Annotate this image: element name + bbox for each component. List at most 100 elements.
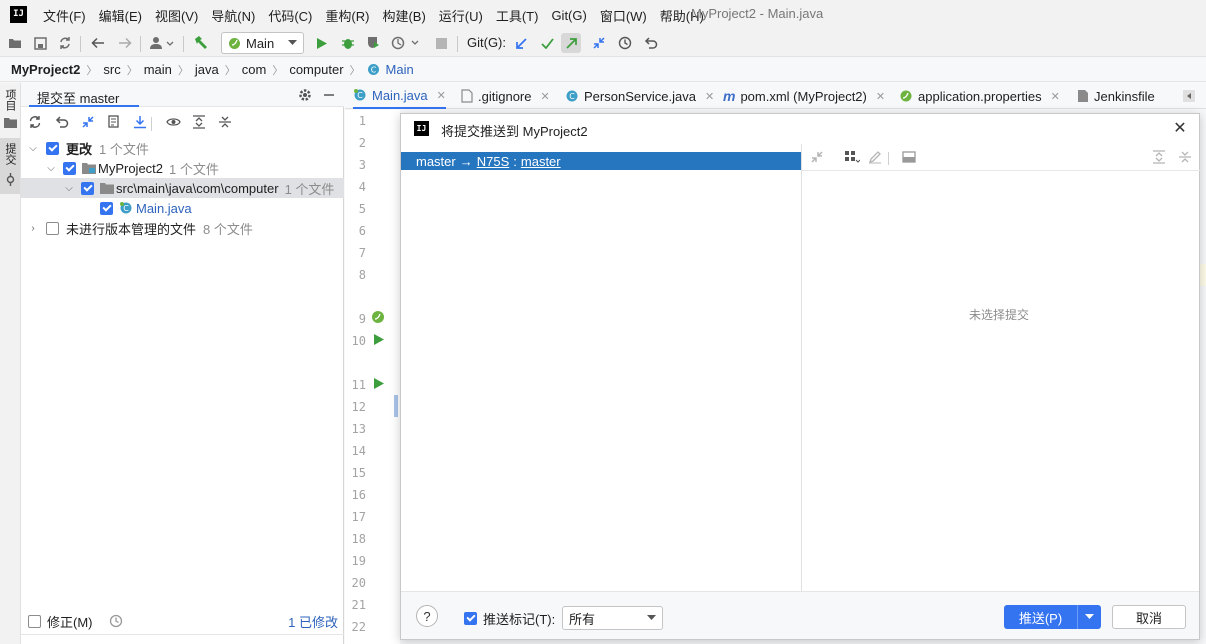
gear-icon[interactable] xyxy=(298,88,312,102)
menu-view[interactable]: 视图(V) xyxy=(155,6,198,25)
refresh-icon[interactable] xyxy=(28,115,42,129)
run-gutter-icon[interactable] xyxy=(374,334,384,345)
tree-row-changes[interactable]: ⌵ 更改 1 个文件 xyxy=(21,138,344,158)
tabs-overflow-icon[interactable] xyxy=(1183,90,1195,102)
profiler-icon[interactable] xyxy=(390,33,422,53)
tree-row-path[interactable]: ⌵ src\main\java\com\computer 1 个文件 xyxy=(21,178,344,198)
collapse-all-icon[interactable] xyxy=(1178,150,1192,164)
remote-link[interactable]: N75S xyxy=(477,154,510,169)
build-hammer-icon[interactable] xyxy=(191,33,211,53)
close-icon[interactable]: ✕ xyxy=(540,90,549,103)
menu-git[interactable]: Git(G) xyxy=(551,8,586,23)
menu-window[interactable]: 窗口(W) xyxy=(600,6,647,25)
amend-label[interactable]: 修正(M) xyxy=(47,612,93,631)
modified-count-link[interactable]: 1 已修改 xyxy=(288,612,338,631)
show-diff-icon[interactable] xyxy=(81,115,95,129)
show-diff-icon[interactable] xyxy=(810,150,824,164)
menu-refactor[interactable]: 重构(R) xyxy=(325,6,369,25)
cancel-button[interactable]: 取消 xyxy=(1112,605,1186,629)
push-button[interactable]: 推送(P) xyxy=(1004,605,1077,629)
rollback-icon[interactable] xyxy=(641,33,661,53)
breadcrumb-project[interactable]: MyProject2 xyxy=(11,62,80,77)
menu-build[interactable]: 构建(B) xyxy=(382,6,425,25)
menu-file[interactable]: 文件(F) xyxy=(43,6,86,25)
close-icon[interactable]: ✕ xyxy=(876,90,885,103)
expand-all-icon[interactable] xyxy=(192,115,206,129)
breadcrumb-main[interactable]: main xyxy=(144,62,172,77)
vcs-user-icon[interactable] xyxy=(148,33,176,53)
menu-navigate[interactable]: 导航(N) xyxy=(211,6,255,25)
tree-row-unversioned[interactable]: › 未进行版本管理的文件 8 个文件 xyxy=(21,218,344,238)
save-icon[interactable] xyxy=(30,33,50,53)
stop-icon[interactable] xyxy=(431,33,451,53)
push-target-row[interactable]: master → N75S : master xyxy=(401,152,801,170)
commit-tool-tab[interactable]: 提交 xyxy=(3,143,18,165)
changelist-icon[interactable] xyxy=(107,115,121,129)
expand-all-icon[interactable] xyxy=(1152,150,1166,164)
commit-message-area[interactable] xyxy=(21,634,344,644)
breadcrumb-computer[interactable]: computer xyxy=(289,62,343,77)
close-icon[interactable]: ✕ xyxy=(1051,90,1060,103)
menu-edit[interactable]: 编辑(E) xyxy=(99,6,142,25)
group-by-icon[interactable] xyxy=(844,150,860,164)
tab-jenkinsfile[interactable]: Jenkinsfile xyxy=(1077,83,1155,109)
run-configuration-select[interactable]: Main xyxy=(221,32,304,54)
breadcrumb-java[interactable]: java xyxy=(195,62,219,77)
git-compare-icon[interactable] xyxy=(589,33,609,53)
tab-application-properties[interactable]: application.properties ✕ xyxy=(899,83,1060,109)
target-branch-link[interactable]: master xyxy=(521,154,561,169)
tab-pom-xml[interactable]: m pom.xml (MyProject2) ✕ xyxy=(723,83,885,109)
breadcrumb-src[interactable]: src xyxy=(103,62,120,77)
sync-icon[interactable] xyxy=(55,33,75,53)
project-checkbox[interactable] xyxy=(63,161,76,175)
dialog-splitter[interactable] xyxy=(801,144,802,591)
menu-run[interactable]: 运行(U) xyxy=(439,6,483,25)
minimize-icon[interactable] xyxy=(323,88,335,102)
breadcrumb-main-class[interactable]: Main xyxy=(386,62,414,77)
git-commit-check-icon[interactable] xyxy=(537,33,557,53)
help-button[interactable]: ? xyxy=(416,605,438,627)
chevron-down-icon[interactable]: ⌵ xyxy=(45,163,57,174)
chevron-right-icon[interactable]: › xyxy=(27,223,39,234)
debug-bug-icon[interactable] xyxy=(338,33,358,53)
push-tags-label[interactable]: 推送标记(T): xyxy=(483,609,555,628)
tree-row-project[interactable]: ⌵ MyProject2 1 个文件 xyxy=(21,158,344,178)
close-icon[interactable]: ✕ xyxy=(437,89,446,102)
path-checkbox[interactable] xyxy=(81,181,94,195)
chevron-down-icon[interactable]: ⌵ xyxy=(27,143,39,154)
tree-row-file[interactable]: C Main.java xyxy=(21,198,344,218)
chevron-down-icon[interactable]: ⌵ xyxy=(63,183,75,194)
shelve-download-icon[interactable] xyxy=(133,115,147,129)
run-gutter-icon[interactable] xyxy=(374,378,384,389)
open-folder-icon[interactable] xyxy=(5,33,25,53)
eye-icon[interactable] xyxy=(166,115,181,129)
file-checkbox[interactable] xyxy=(100,201,113,215)
coverage-icon[interactable] xyxy=(363,33,383,53)
push-tags-select[interactable]: 所有 xyxy=(562,606,663,630)
edit-pencil-icon[interactable] xyxy=(868,150,882,164)
breadcrumb-com[interactable]: com xyxy=(242,62,267,77)
project-tool-tab[interactable]: 项目 xyxy=(3,89,18,111)
history-clock-icon[interactable] xyxy=(109,614,123,628)
push-options-dropdown[interactable] xyxy=(1077,605,1101,629)
run-icon[interactable] xyxy=(312,33,332,53)
tab-main-java[interactable]: C Main.java ✕ xyxy=(353,83,446,109)
history-clock-icon[interactable] xyxy=(615,33,635,53)
collapse-all-icon[interactable] xyxy=(218,115,232,129)
rollback-icon[interactable] xyxy=(55,115,69,129)
forward-arrow-icon[interactable] xyxy=(115,33,135,53)
changes-checkbox[interactable] xyxy=(46,141,59,155)
menu-code[interactable]: 代码(C) xyxy=(268,6,312,25)
tab-gitignore[interactable]: .gitignore ✕ xyxy=(461,83,550,109)
close-icon[interactable]: ✕ xyxy=(705,90,714,103)
close-icon[interactable]: ✕ xyxy=(1170,118,1190,138)
menu-tools[interactable]: 工具(T) xyxy=(496,6,539,25)
git-push-icon[interactable] xyxy=(561,33,581,53)
preview-panel-icon[interactable] xyxy=(902,150,916,164)
amend-checkbox[interactable] xyxy=(28,614,41,628)
back-arrow-icon[interactable] xyxy=(88,33,108,53)
spring-bean-gutter-icon[interactable] xyxy=(371,310,385,324)
push-tags-checkbox[interactable] xyxy=(464,612,477,625)
unversioned-checkbox[interactable] xyxy=(46,221,59,235)
tab-person-service[interactable]: C PersonService.java ✕ xyxy=(565,83,714,109)
